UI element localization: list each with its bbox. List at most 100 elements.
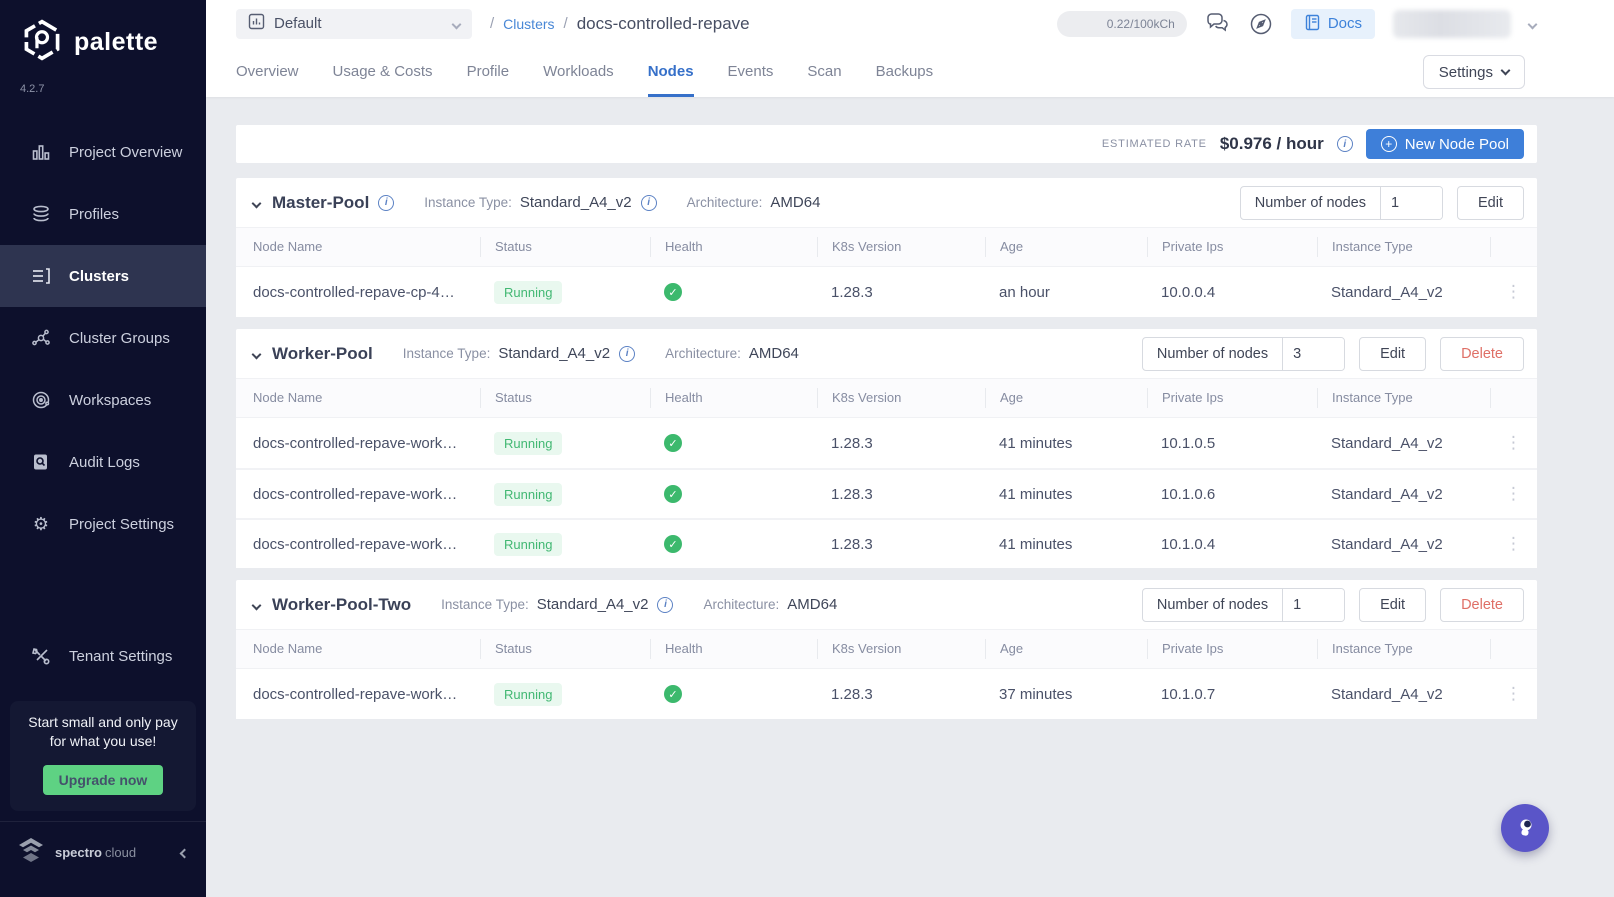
collapse-pool-icon[interactable]: [251, 596, 262, 614]
col-status: Status: [480, 388, 650, 408]
breadcrumb-clusters-link[interactable]: Clusters: [503, 16, 554, 32]
top-header: Default / Clusters / docs-controlled-rep…: [206, 0, 1614, 97]
node-age: 37 minutes: [999, 685, 1073, 703]
row-menu-icon[interactable]: ⋮: [1490, 433, 1537, 453]
number-of-nodes-input[interactable]: [1282, 337, 1345, 370]
node-status: Running: [480, 532, 650, 556]
sidebar-item-label: Profiles: [69, 205, 120, 223]
pool-name: Worker-Pool-Two: [272, 594, 412, 614]
project-icon: [248, 13, 265, 35]
node-k8s-version: 1.28.3: [831, 685, 873, 703]
info-icon[interactable]: i: [378, 194, 395, 211]
col-private-ips: Private Ips: [1147, 388, 1317, 408]
row-menu-icon[interactable]: ⋮: [1490, 534, 1537, 554]
node-health: ✓: [650, 434, 817, 453]
table-row: docs-controlled-repave-work… Running ✓ 1…: [236, 468, 1537, 518]
tab-events[interactable]: Events: [728, 47, 774, 97]
upgrade-now-button[interactable]: Upgrade now: [42, 765, 164, 795]
gear-icon: ⚙: [32, 513, 50, 535]
collapse-pool-icon[interactable]: [251, 194, 262, 212]
edit-pool-button[interactable]: Edit: [1359, 587, 1427, 622]
health-check-icon: ✓: [664, 434, 682, 453]
chat-icon[interactable]: [1205, 12, 1231, 35]
row-menu-icon[interactable]: ⋮: [1490, 282, 1537, 302]
table-header-row: Node Name Status Health K8s Version Age …: [236, 378, 1537, 418]
delete-pool-button[interactable]: Delete: [1440, 336, 1524, 371]
docs-button[interactable]: Docs: [1290, 8, 1375, 39]
col-status: Status: [480, 639, 650, 659]
estimated-rate-bar: ESTIMATED RATE $0.976 / hour i + New Nod…: [236, 125, 1537, 163]
number-of-nodes-input[interactable]: [1380, 186, 1442, 219]
node-health: ✓: [650, 685, 817, 704]
workspace-icon: [30, 390, 52, 410]
sidebar-item-clusters[interactable]: Clusters: [0, 245, 206, 307]
info-icon[interactable]: i: [1336, 136, 1353, 152]
row-menu-icon[interactable]: ⋮: [1490, 484, 1537, 504]
sidebar-item-workspaces[interactable]: Workspaces: [0, 369, 206, 431]
number-of-nodes-label: Number of nodes: [1254, 194, 1366, 211]
delete-pool-button[interactable]: Delete: [1440, 587, 1524, 622]
row-menu-icon[interactable]: ⋮: [1490, 684, 1537, 704]
tab-profile[interactable]: Profile: [467, 47, 510, 97]
instance-type-label: Instance Type:: [441, 597, 529, 612]
compass-icon[interactable]: [1249, 12, 1273, 36]
help-widget-button[interactable]: [1501, 804, 1549, 852]
instance-type-value: Standard_A4_v2: [519, 194, 632, 211]
col-actions: [1490, 237, 1537, 257]
tab-nodes[interactable]: Nodes: [647, 47, 694, 97]
architecture-label: Architecture:: [686, 195, 763, 210]
edit-pool-button[interactable]: Edit: [1359, 336, 1427, 371]
node-name: docs-controlled-repave-work…: [253, 535, 458, 553]
col-health: Health: [650, 388, 817, 408]
sidebar-item-project-overview[interactable]: Project Overview: [0, 121, 206, 183]
user-menu[interactable]: [1393, 9, 1511, 38]
sidebar-item-project-settings[interactable]: ⚙ Project Settings: [0, 493, 206, 555]
sidebar-item-tenant-settings[interactable]: Tenant Settings: [0, 625, 206, 687]
node-age: 41 minutes: [999, 535, 1073, 553]
architecture-value: AMD64: [748, 345, 799, 362]
sidebar-item-label: Project Settings: [69, 515, 175, 533]
tab-scan[interactable]: Scan: [807, 47, 841, 97]
node-health: ✓: [650, 283, 817, 302]
pool-header: Master-Pool i Instance Type: Standard_A4…: [236, 178, 1537, 227]
col-k8s-version: K8s Version: [817, 388, 985, 408]
edit-pool-button[interactable]: Edit: [1457, 185, 1524, 220]
node-name: docs-controlled-repave-cp-4…: [253, 283, 455, 301]
number-of-nodes-input[interactable]: [1282, 588, 1345, 621]
info-icon[interactable]: i: [619, 345, 636, 362]
instance-type-value: Standard_A4_v2: [536, 596, 649, 613]
number-of-nodes-field: Number of nodes: [1239, 185, 1443, 220]
node-private-ip: 10.1.0.5: [1161, 434, 1216, 452]
usage-quota-pill: 0.22/100kCh: [1056, 10, 1187, 37]
sidebar-item-profiles[interactable]: Profiles: [0, 183, 206, 245]
collapse-sidebar-button[interactable]: [179, 844, 190, 862]
node-age: an hour: [999, 283, 1050, 301]
info-icon[interactable]: i: [640, 194, 657, 211]
project-selector[interactable]: Default: [236, 8, 472, 39]
sidebar-item-cluster-groups[interactable]: Cluster Groups: [0, 307, 206, 369]
node-name: docs-controlled-repave-work…: [253, 485, 458, 503]
node-k8s-version: 1.28.3: [831, 535, 873, 553]
logo-area: palette 4.2.7: [0, 0, 206, 99]
brand-spectro: spectro: [55, 844, 102, 860]
col-k8s-version: K8s Version: [817, 639, 985, 659]
chevron-down-icon[interactable]: [1527, 15, 1538, 33]
table-row: docs-controlled-repave-work… Running ✓ 1…: [236, 518, 1537, 568]
table-row: docs-controlled-repave-work… Running ✓ 1…: [236, 418, 1537, 468]
tab-usage-costs[interactable]: Usage & Costs: [333, 47, 433, 97]
collapse-pool-icon[interactable]: [251, 345, 262, 363]
info-icon[interactable]: i: [657, 596, 674, 613]
col-k8s-version: K8s Version: [817, 237, 985, 257]
tab-overview[interactable]: Overview: [236, 47, 299, 97]
nodes-panel: ESTIMATED RATE $0.976 / hour i + New Nod…: [206, 0, 1614, 759]
node-private-ip: 10.1.0.7: [1161, 685, 1216, 703]
breadcrumb-separator: /: [490, 15, 495, 32]
node-status: Running: [480, 431, 650, 455]
pool-section-master-pool: Master-Pool i Instance Type: Standard_A4…: [236, 178, 1537, 317]
tab-workloads[interactable]: Workloads: [543, 47, 614, 97]
sidebar-item-audit-logs[interactable]: Audit Logs: [0, 431, 206, 493]
new-node-pool-button[interactable]: + New Node Pool: [1365, 129, 1524, 159]
cluster-settings-button[interactable]: Settings: [1422, 55, 1525, 89]
sidebar-item-label: Clusters: [69, 267, 130, 285]
tab-backups[interactable]: Backups: [876, 47, 934, 97]
